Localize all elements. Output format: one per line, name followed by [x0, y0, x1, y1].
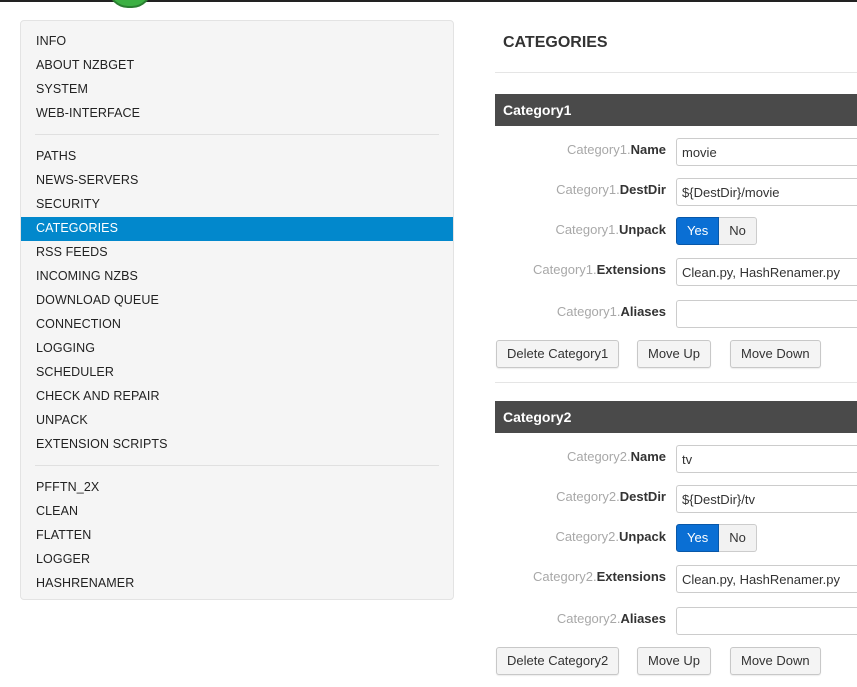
label-prefix: Category2. — [566, 449, 631, 464]
category-actions: Delete Category1 Move Up Move Down — [495, 340, 857, 380]
sidebar-item-flatten[interactable]: FLATTEN — [21, 524, 453, 548]
sidebar-item-unpack[interactable]: UNPACK — [21, 409, 453, 433]
label-prefix: Category1. — [556, 304, 621, 319]
category-header: Category2 — [495, 401, 857, 433]
label-prefix: Category2. — [533, 569, 597, 584]
move-up-button[interactable]: Move Up — [637, 647, 712, 675]
sidebar-item-logger[interactable]: LOGGER — [21, 548, 453, 572]
category-header: Category1 — [495, 94, 857, 126]
sidebar-item-pfftn-2x[interactable]: PFFTN_2X — [21, 476, 453, 500]
sidebar-item-security[interactable]: SECURITY — [21, 193, 453, 217]
sidebar-item-check-and-repair[interactable]: CHECK AND REPAIR — [21, 385, 453, 409]
settings-content: CATEGORIES Category1 Category1.Name movi… — [495, 20, 857, 687]
unpack-toggle: Yes No — [676, 217, 757, 245]
destdir-row: Category2.DestDir ${DestDir}/tv — [495, 477, 857, 517]
sidebar-item-connection[interactable]: CONNECTION — [21, 313, 453, 337]
name-row: Category1.Name movie — [495, 130, 857, 170]
unpack-yes-button[interactable]: Yes — [676, 524, 720, 552]
destdir-row: Category1.DestDir ${DestDir}/movie — [495, 170, 857, 210]
field-label: Category1.Unpack — [555, 222, 666, 237]
unpack-toggle: Yes No — [676, 524, 757, 552]
section-divider — [495, 382, 857, 383]
label-prefix: Category1. — [566, 142, 631, 157]
sidebar-item-logging[interactable]: LOGGING — [21, 337, 453, 361]
label-prefix: Category1. — [533, 262, 597, 277]
name-input[interactable]: movie — [676, 138, 857, 166]
sidebar-item-extension-scripts[interactable]: EXTENSION SCRIPTS — [21, 433, 453, 457]
label-prefix: Category2. — [556, 611, 621, 626]
status-indicator-icon — [108, 0, 152, 8]
sidebar-item-categories[interactable]: CATEGORIES — [21, 217, 453, 241]
category-actions: Delete Category2 Move Up Move Down — [495, 647, 857, 687]
label-key: Extensions — [596, 569, 666, 584]
move-down-button[interactable]: Move Down — [730, 647, 821, 675]
field-label: Category2.Extensions — [533, 569, 666, 584]
category-section-2: Category2 Category2.Name tv Category2.De… — [495, 401, 857, 687]
unpack-row: Category2.Unpack Yes No — [495, 517, 857, 557]
delete-category-button[interactable]: Delete Category2 — [496, 647, 620, 675]
nav-divider — [35, 465, 439, 466]
sidebar-item-info[interactable]: INFO — [21, 30, 453, 54]
unpack-yes-button[interactable]: Yes — [676, 217, 720, 245]
aliases-input[interactable] — [676, 300, 857, 328]
sidebar-item-clean[interactable]: CLEAN — [21, 500, 453, 524]
aliases-input[interactable] — [676, 607, 857, 635]
sidebar-item-about[interactable]: ABOUT NZBGET — [21, 54, 453, 78]
sidebar-item-web-interface[interactable]: WEB-INTERFACE — [21, 102, 453, 126]
name-row: Category2.Name tv — [495, 437, 857, 477]
field-label: Category2.Aliases — [557, 611, 666, 626]
nav-group-general: INFO ABOUT NZBGET SYSTEM WEB-INTERFACE — [21, 21, 453, 126]
move-down-button[interactable]: Move Down — [730, 340, 821, 368]
label-key: Aliases — [620, 304, 666, 319]
field-label: Category2.Unpack — [555, 529, 666, 544]
unpack-row: Category1.Unpack Yes No — [495, 210, 857, 250]
sidebar-item-rss-feeds[interactable]: RSS FEEDS — [21, 241, 453, 265]
aliases-row: Category1.Aliases — [495, 292, 857, 332]
sidebar-item-scheduler[interactable]: SCHEDULER — [21, 361, 453, 385]
field-label: Category1.Extensions — [533, 262, 666, 277]
sidebar-item-system[interactable]: SYSTEM — [21, 78, 453, 102]
destdir-input[interactable]: ${DestDir}/movie — [676, 178, 857, 206]
settings-sidebar: INFO ABOUT NZBGET SYSTEM WEB-INTERFACE P… — [20, 20, 454, 600]
destdir-input[interactable]: ${DestDir}/tv — [676, 485, 857, 513]
extensions-input[interactable]: Clean.py, HashRenamer.py — [676, 565, 857, 593]
label-key: Unpack — [619, 222, 666, 237]
label-key: DestDir — [619, 489, 666, 504]
label-prefix: Category1. — [556, 182, 620, 197]
extensions-input[interactable]: Clean.py, HashRenamer.py — [676, 258, 857, 286]
aliases-row: Category2.Aliases — [495, 599, 857, 639]
unpack-no-button[interactable]: No — [719, 524, 757, 552]
unpack-no-button[interactable]: No — [719, 217, 757, 245]
field-label: Category1.Aliases — [557, 304, 666, 319]
field-label: Category2.DestDir — [556, 489, 666, 504]
label-key: Name — [630, 449, 666, 464]
label-key: Unpack — [619, 529, 666, 544]
sidebar-item-paths[interactable]: PATHS — [21, 145, 453, 169]
label-prefix: Category1. — [555, 222, 620, 237]
title-divider — [495, 72, 857, 73]
label-key: Aliases — [620, 611, 666, 626]
nav-group-settings: PATHS NEWS-SERVERS SECURITY CATEGORIES R… — [21, 145, 453, 457]
field-label: Category2.Name — [567, 449, 666, 464]
label-key: DestDir — [619, 182, 666, 197]
move-up-button[interactable]: Move Up — [637, 340, 712, 368]
sidebar-item-download-queue[interactable]: DOWNLOAD QUEUE — [21, 289, 453, 313]
sidebar-item-incoming-nzbs[interactable]: INCOMING NZBS — [21, 265, 453, 289]
delete-category-button[interactable]: Delete Category1 — [496, 340, 620, 368]
sidebar-item-hashrenamer[interactable]: HASHRENAMER — [21, 572, 453, 596]
nav-divider — [35, 134, 439, 135]
extensions-row: Category2.Extensions Clean.py, HashRenam… — [495, 557, 857, 599]
name-input[interactable]: tv — [676, 445, 857, 473]
field-label: Category1.DestDir — [556, 182, 666, 197]
extensions-row: Category1.Extensions Clean.py, HashRenam… — [495, 250, 857, 292]
page-title: CATEGORIES — [503, 34, 608, 51]
label-prefix: Category2. — [555, 529, 620, 544]
field-label: Category1.Name — [567, 142, 666, 157]
nav-group-scripts: PFFTN_2X CLEAN FLATTEN LOGGER HASHRENAME… — [21, 476, 453, 596]
category-section-1: Category1 Category1.Name movie Category1… — [495, 94, 857, 383]
label-key: Extensions — [596, 262, 666, 277]
sidebar-item-news-servers[interactable]: NEWS-SERVERS — [21, 169, 453, 193]
label-key: Name — [630, 142, 666, 157]
label-prefix: Category2. — [556, 489, 620, 504]
